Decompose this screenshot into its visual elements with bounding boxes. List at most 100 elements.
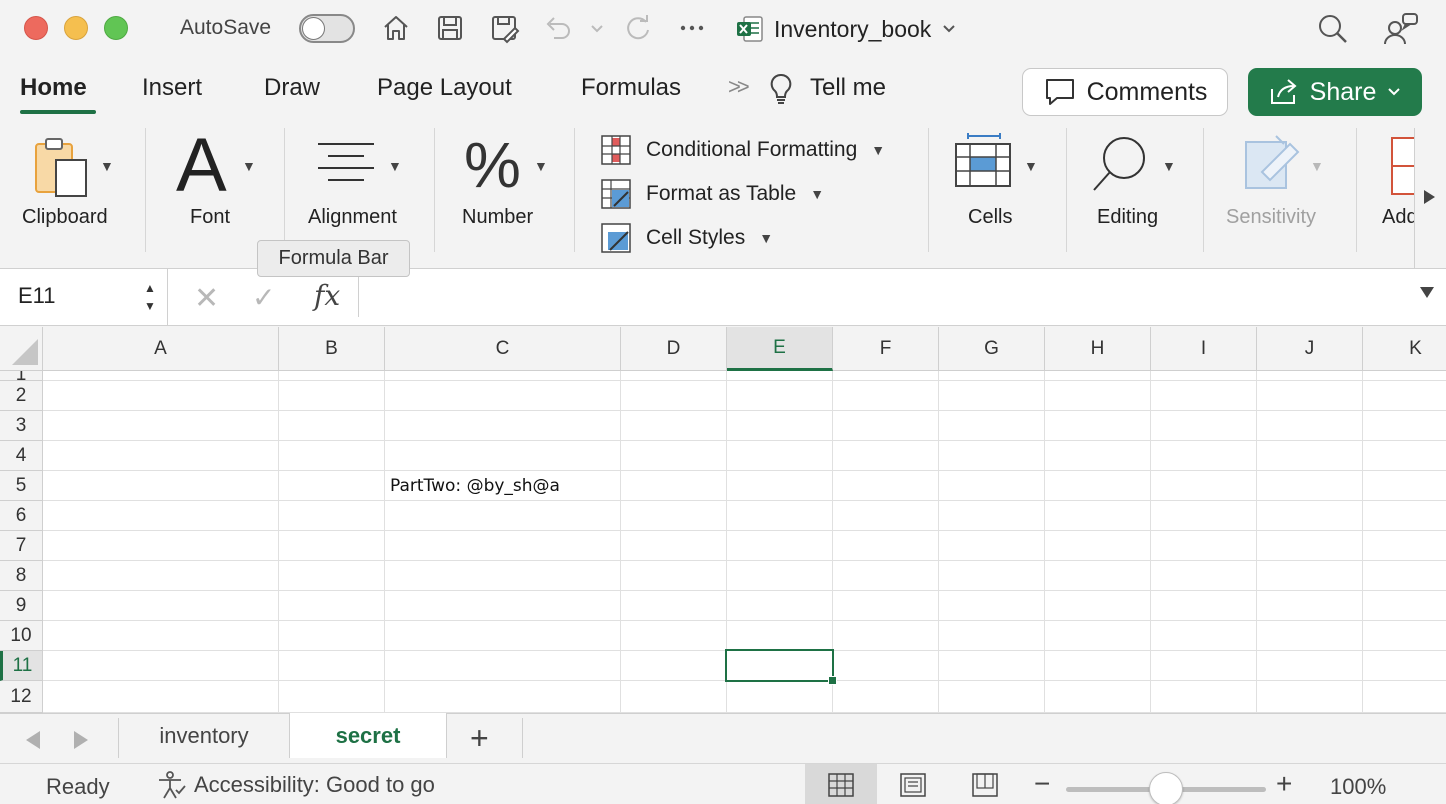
share-button[interactable]: Share — [1248, 68, 1422, 116]
format-as-table-button[interactable]: Format as Table ▼ — [600, 178, 824, 210]
row-header-3[interactable]: 3 — [0, 411, 43, 441]
workbook-title[interactable]: Inventory_book — [736, 12, 957, 46]
row-header-6[interactable]: 6 — [0, 501, 43, 531]
spreadsheet-grid[interactable]: ABCDEFGHIJK123456789101112PartTwo: @by_s… — [0, 327, 1446, 713]
next-sheet-icon[interactable] — [74, 731, 88, 749]
close-window-button[interactable] — [24, 16, 48, 40]
column-header-e[interactable]: E — [727, 327, 833, 371]
tab-home[interactable]: Home — [20, 74, 87, 102]
grid-column-line — [278, 371, 279, 713]
column-header-f[interactable]: F — [833, 327, 939, 371]
cell-styles-button[interactable]: Cell Styles ▼ — [600, 222, 773, 254]
font-group[interactable]: A ▼ Font — [168, 122, 268, 252]
tell-me-search[interactable]: Tell me — [810, 74, 886, 102]
name-box-stepper-icon[interactable]: ▲ ▼ — [144, 279, 156, 315]
align-lines-icon — [318, 143, 374, 181]
save-as-icon[interactable] — [488, 12, 520, 44]
column-header-k[interactable]: K — [1363, 327, 1446, 371]
sheet-tab-inventory[interactable]: inventory — [119, 714, 289, 758]
zoom-window-button[interactable] — [104, 16, 128, 40]
comments-button[interactable]: Comments — [1022, 68, 1228, 116]
add-sheet-button[interactable]: + — [470, 720, 489, 757]
person-icon[interactable] — [1382, 10, 1420, 48]
chevron-down-icon: ▼ — [1162, 158, 1176, 174]
search-icon[interactable] — [1316, 12, 1350, 46]
more-icon[interactable] — [676, 12, 708, 44]
row-header-10[interactable]: 10 — [0, 621, 43, 651]
cancel-formula-icon[interactable]: ✕ — [194, 281, 219, 316]
tab-insert[interactable]: Insert — [142, 74, 202, 102]
home-icon[interactable] — [380, 12, 412, 44]
redo-icon[interactable] — [622, 12, 654, 44]
sheet-tab-bar: inventory secret + — [0, 713, 1446, 763]
column-header-j[interactable]: J — [1257, 327, 1363, 371]
conditional-formatting-button[interactable]: Conditional Formatting ▼ — [600, 134, 885, 166]
tab-formulas[interactable]: Formulas — [581, 74, 681, 102]
row-header-4[interactable]: 4 — [0, 441, 43, 471]
zoom-in-button[interactable]: + — [1276, 768, 1292, 800]
accessibility-status[interactable]: Accessibility: Good to go — [156, 770, 435, 800]
chevron-down-icon — [1388, 88, 1401, 96]
column-header-g[interactable]: G — [939, 327, 1045, 371]
row-header-9[interactable]: 9 — [0, 591, 43, 621]
save-icon[interactable] — [434, 12, 466, 44]
column-header-d[interactable]: D — [621, 327, 727, 371]
active-cell-selection[interactable] — [725, 649, 834, 682]
fill-handle[interactable] — [828, 676, 837, 685]
grid-row-line — [43, 440, 1446, 441]
column-header-a[interactable]: A — [43, 327, 279, 371]
editing-group[interactable]: ▼ Editing — [1088, 122, 1188, 252]
name-box[interactable]: E11 ▲ ▼ — [0, 269, 168, 325]
cells-group[interactable]: ▼ Cells — [950, 122, 1050, 252]
more-tabs-icon[interactable]: >> — [728, 74, 750, 100]
enter-formula-icon[interactable]: ✓ — [252, 281, 275, 314]
ribbon-scroll-right-button[interactable] — [1414, 128, 1446, 268]
tab-page-layout[interactable]: Page Layout — [377, 74, 512, 102]
row-header-8[interactable]: 8 — [0, 561, 43, 591]
formula-bar-tooltip: Formula Bar — [257, 240, 410, 277]
cell-c5[interactable]: PartTwo: @by_sh@a — [390, 476, 560, 496]
minimize-window-button[interactable] — [64, 16, 88, 40]
column-header-c[interactable]: C — [385, 327, 621, 371]
grid-row-line — [43, 560, 1446, 561]
formula-bar: E11 ▲ ▼ ✕ ✓ fx — [0, 268, 1446, 326]
select-all-button[interactable] — [0, 327, 43, 371]
zoom-level[interactable]: 100% — [1330, 774, 1386, 800]
page-layout-view-button[interactable] — [877, 764, 949, 804]
row-header-2[interactable]: 2 — [0, 381, 43, 411]
grid-row-line — [43, 410, 1446, 411]
format-as-table-icon — [601, 179, 631, 209]
grid-column-line — [620, 371, 621, 713]
insert-function-icon[interactable]: fx — [314, 279, 340, 312]
column-header-h[interactable]: H — [1045, 327, 1151, 371]
row-header-12[interactable]: 12 — [0, 681, 43, 713]
autosave-label: AutoSave — [180, 16, 272, 39]
chevron-down-icon — [943, 25, 955, 33]
active-tab-indicator — [20, 110, 96, 114]
status-bar: Ready Accessibility: Good to go − + 100% — [0, 763, 1446, 804]
tab-draw[interactable]: Draw — [264, 74, 320, 102]
column-header-i[interactable]: I — [1151, 327, 1257, 371]
clipboard-group[interactable]: ▼ Clipboard — [18, 122, 128, 252]
chevron-down-icon: ▼ — [871, 142, 886, 158]
number-group[interactable]: % ▼ Number — [456, 122, 556, 252]
column-header-b[interactable]: B — [279, 327, 385, 371]
zoom-slider-knob[interactable] — [1149, 772, 1183, 804]
row-header-7[interactable]: 7 — [0, 531, 43, 561]
normal-view-button[interactable] — [805, 764, 877, 804]
expand-formula-bar-icon[interactable] — [1420, 287, 1434, 298]
sheet-tab-secret[interactable]: secret — [289, 713, 447, 758]
row-header-1[interactable]: 1 — [0, 371, 43, 381]
alignment-group[interactable]: ▼ Alignment — [306, 122, 416, 252]
undo-icon[interactable] — [542, 12, 574, 44]
row-header-5[interactable]: 5 — [0, 471, 43, 501]
zoom-out-button[interactable]: − — [1034, 768, 1050, 800]
row-header-11[interactable]: 11 — [0, 651, 43, 681]
alignment-label: Alignment — [308, 206, 397, 228]
autosave-toggle[interactable] — [299, 14, 355, 43]
undo-dropdown-icon[interactable] — [588, 12, 606, 44]
add-ins-group[interactable]: Add — [1380, 122, 1414, 252]
ribbon-divider — [434, 128, 435, 252]
page-break-view-button[interactable] — [949, 764, 1021, 804]
previous-sheet-icon[interactable] — [26, 731, 40, 749]
